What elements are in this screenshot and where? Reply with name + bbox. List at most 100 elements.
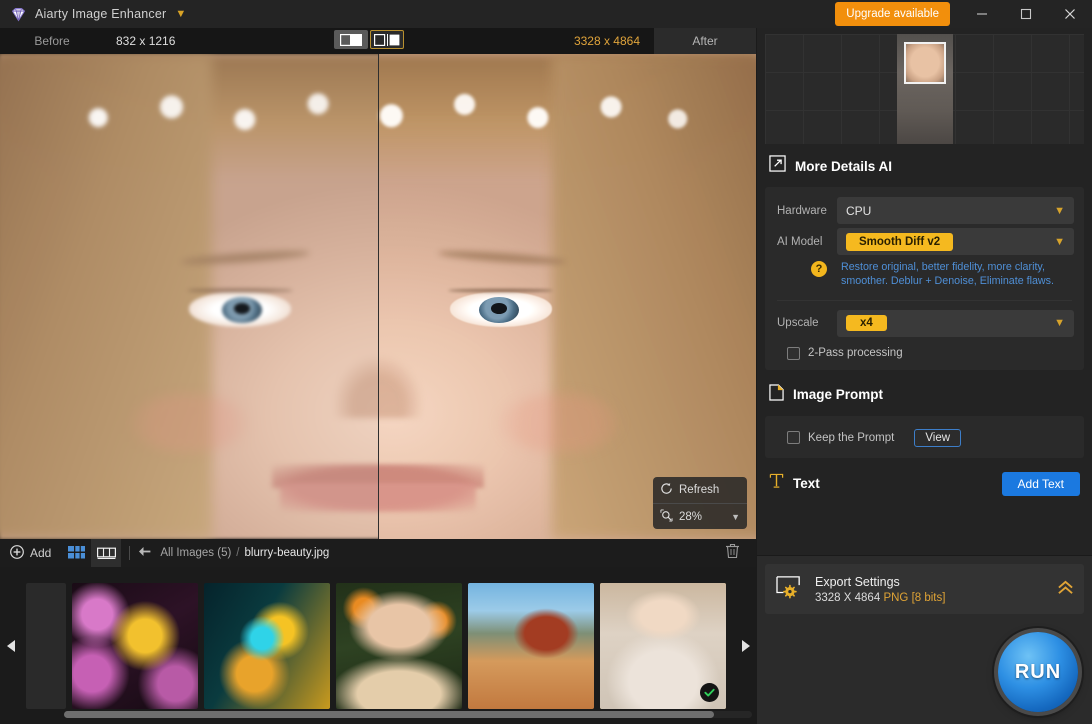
right-panel: More Details AI Hardware CPU ▼ AI Model … <box>757 28 1092 724</box>
thumbnail-bride[interactable] <box>600 582 726 709</box>
title-bar: Aiarty Image Enhancer ▼ Upgrade availabl… <box>0 0 1092 28</box>
toolbar-divider <box>129 546 131 560</box>
hardware-select[interactable]: CPU ▼ <box>837 197 1074 224</box>
filmstrip-scrollbar[interactable] <box>64 711 752 718</box>
keep-prompt-checkbox[interactable] <box>787 431 800 445</box>
plus-circle-icon <box>10 544 24 562</box>
refresh-button[interactable]: Refresh <box>653 477 747 503</box>
hardware-value: CPU <box>846 203 872 218</box>
export-section: Export Settings 3328 X 4864 PNG [8 bits]… <box>757 555 1092 724</box>
chevron-down-icon: ▼ <box>1054 317 1065 330</box>
maximize-icon[interactable] <box>1004 0 1048 28</box>
export-settings-meta: 3328 X 4864 PNG [8 bits] <box>815 592 945 604</box>
after-label: After <box>654 28 756 54</box>
navigator-preview[interactable] <box>765 34 1084 144</box>
image-compare-stage[interactable]: Refresh 28% ▼ <box>0 54 756 539</box>
grid-view-icon[interactable] <box>61 539 91 567</box>
run-button-wrap: RUN <box>960 626 1080 718</box>
chevron-down-icon[interactable]: ▼ <box>731 512 740 522</box>
text-section-title: Text <box>793 476 820 492</box>
expand-arrow-icon <box>769 155 786 177</box>
compare-divider[interactable] <box>378 54 379 539</box>
add-text-button[interactable]: Add Text <box>1001 471 1080 496</box>
refresh-label: Refresh <box>679 484 720 496</box>
hardware-row: Hardware CPU ▼ <box>765 195 1084 226</box>
image-prompt-card: Keep the Prompt View <box>765 415 1084 458</box>
thumbnail-woman-oranges[interactable] <box>336 582 462 709</box>
before-portrait-image <box>0 54 378 539</box>
more-details-ai-card: Hardware CPU ▼ AI Model Smooth Diff v2 ▼… <box>765 187 1084 370</box>
magnifier-icon <box>660 508 673 525</box>
run-button[interactable]: RUN <box>998 632 1078 712</box>
upscale-label: Upscale <box>777 317 819 330</box>
ai-model-description-line1: Restore original, better fidelity, more … <box>841 261 1045 273</box>
filmstrip-next-button[interactable] <box>734 567 756 724</box>
chevron-down-icon: ▼ <box>1054 235 1065 248</box>
export-settings-text: Export Settings 3328 X 4864 PNG [8 bits] <box>815 575 945 604</box>
view-prompt-button[interactable]: View <box>914 428 962 447</box>
export-bit-depth: [8 bits] <box>911 591 946 604</box>
export-settings-icon <box>775 575 803 604</box>
ai-model-label: AI Model <box>777 235 823 248</box>
ai-model-description-row: ? Restore original, better fidelity, mor… <box>765 257 1084 293</box>
navigator-viewport-rect[interactable] <box>903 42 946 84</box>
export-settings-card[interactable]: Export Settings 3328 X 4864 PNG [8 bits] <box>765 564 1084 614</box>
trash-icon[interactable] <box>725 543 740 564</box>
image-prompt-title: Image Prompt <box>793 387 884 403</box>
ai-model-row: AI Model Smooth Diff v2 ▼ <box>765 226 1084 257</box>
filmstrip-view-icon[interactable] <box>91 539 122 567</box>
upscale-select[interactable]: x4 ▼ <box>837 309 1074 337</box>
close-icon[interactable] <box>1048 0 1092 28</box>
after-image-pane[interactable] <box>379 54 756 539</box>
viewer-controls: Refresh 28% ▼ <box>653 477 747 529</box>
export-format: PNG <box>883 591 909 604</box>
filmstrip <box>0 567 756 724</box>
chevron-up-double-icon[interactable] <box>1057 580 1074 598</box>
zoom-level-control[interactable]: 28% ▼ <box>653 503 747 529</box>
filmstrip-items <box>22 578 734 714</box>
export-settings-title: Export Settings <box>815 574 900 589</box>
card-divider <box>777 299 1072 301</box>
after-dimensions: 3328 x 4864 <box>573 34 640 48</box>
breadcrumb: All Images (5) / blurry-beauty.jpg <box>138 544 329 562</box>
more-details-ai-title: More Details AI <box>795 158 893 174</box>
add-images-button[interactable]: Add <box>0 539 61 567</box>
chevron-down-icon[interactable]: ▼ <box>175 8 186 20</box>
breadcrumb-root[interactable]: All Images (5) / blurry-beauty.jpg <box>160 547 329 559</box>
arrow-left-icon[interactable] <box>138 544 151 562</box>
chevron-down-icon: ▼ <box>1054 204 1065 217</box>
minimize-icon[interactable] <box>960 0 1004 28</box>
ai-model-description-line2: smoother. Deblur + Denoise, Eliminate fl… <box>841 275 1054 288</box>
help-icon[interactable]: ? <box>811 261 827 277</box>
keep-prompt-row: Keep the Prompt View <box>765 425 1084 449</box>
app-title: Aiarty Image Enhancer <box>35 7 167 21</box>
single-view-icon[interactable] <box>334 30 368 49</box>
ai-model-select[interactable]: Smooth Diff v2 ▼ <box>837 228 1074 255</box>
view-mode-toggle <box>334 30 404 49</box>
zoom-level-value: 28% <box>679 510 703 523</box>
upscale-value: x4 <box>846 315 887 332</box>
document-icon <box>769 384 784 406</box>
text-tool-icon <box>769 473 784 494</box>
export-dimensions: 3328 X 4864 <box>815 591 881 604</box>
split-view-icon[interactable] <box>370 30 404 49</box>
hardware-label: Hardware <box>777 204 827 217</box>
two-pass-row[interactable]: 2-Pass processing <box>765 339 1084 362</box>
filmstrip-prev-button[interactable] <box>0 567 22 724</box>
add-label: Add <box>30 546 52 560</box>
keep-prompt-label: Keep the Prompt <box>808 431 895 444</box>
ai-model-value: Smooth Diff v2 <box>846 232 954 251</box>
two-pass-checkbox[interactable] <box>787 346 800 360</box>
before-image-pane[interactable] <box>0 54 378 539</box>
thumbnail-bird[interactable] <box>72 582 198 709</box>
thumbnail-florence-duomo[interactable] <box>468 582 594 709</box>
refresh-icon <box>660 482 673 498</box>
upscale-row: Upscale x4 ▼ <box>765 308 1084 339</box>
run-label: RUN <box>1014 660 1062 683</box>
after-portrait-image <box>379 54 756 539</box>
text-section-header: Text Add Text <box>757 458 1092 506</box>
two-pass-label: 2-Pass processing <box>808 347 903 360</box>
filmstrip-spacer <box>26 582 66 709</box>
thumbnail-butterfly[interactable] <box>204 582 330 709</box>
upgrade-available-button[interactable]: Upgrade available <box>835 2 950 26</box>
